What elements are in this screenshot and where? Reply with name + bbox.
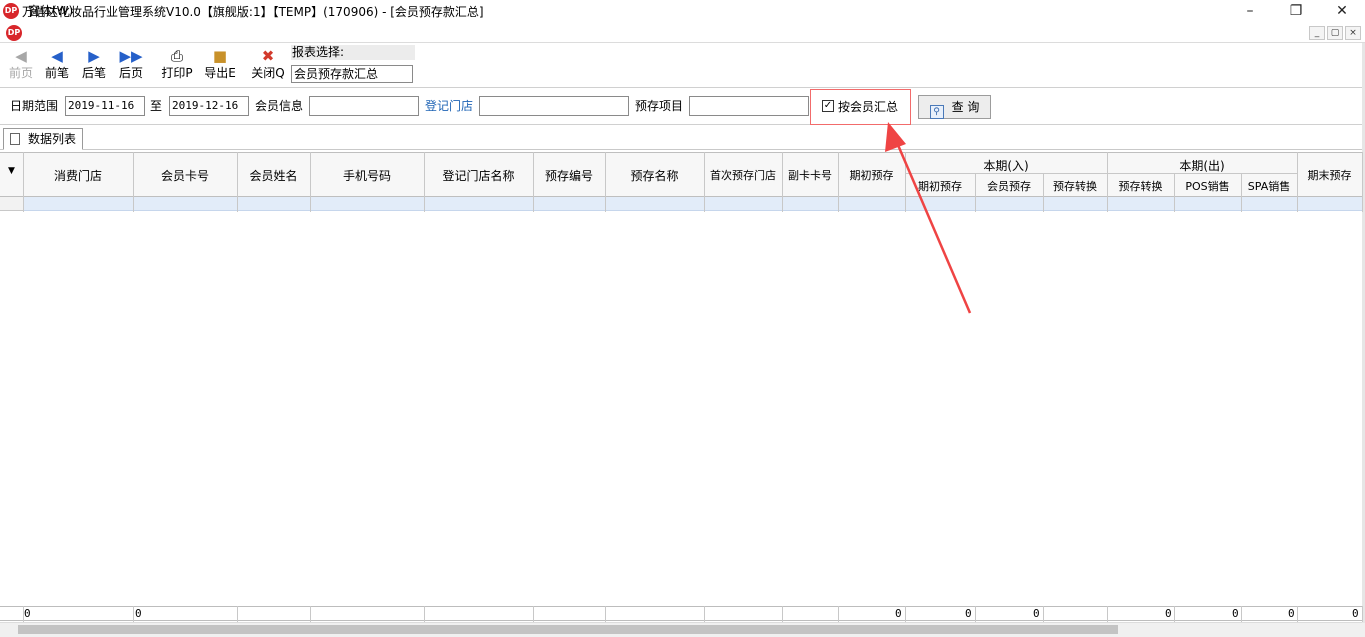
arrow-shaft <box>896 144 972 314</box>
arrow-head <box>885 122 906 152</box>
annotation-arrow <box>885 122 972 314</box>
